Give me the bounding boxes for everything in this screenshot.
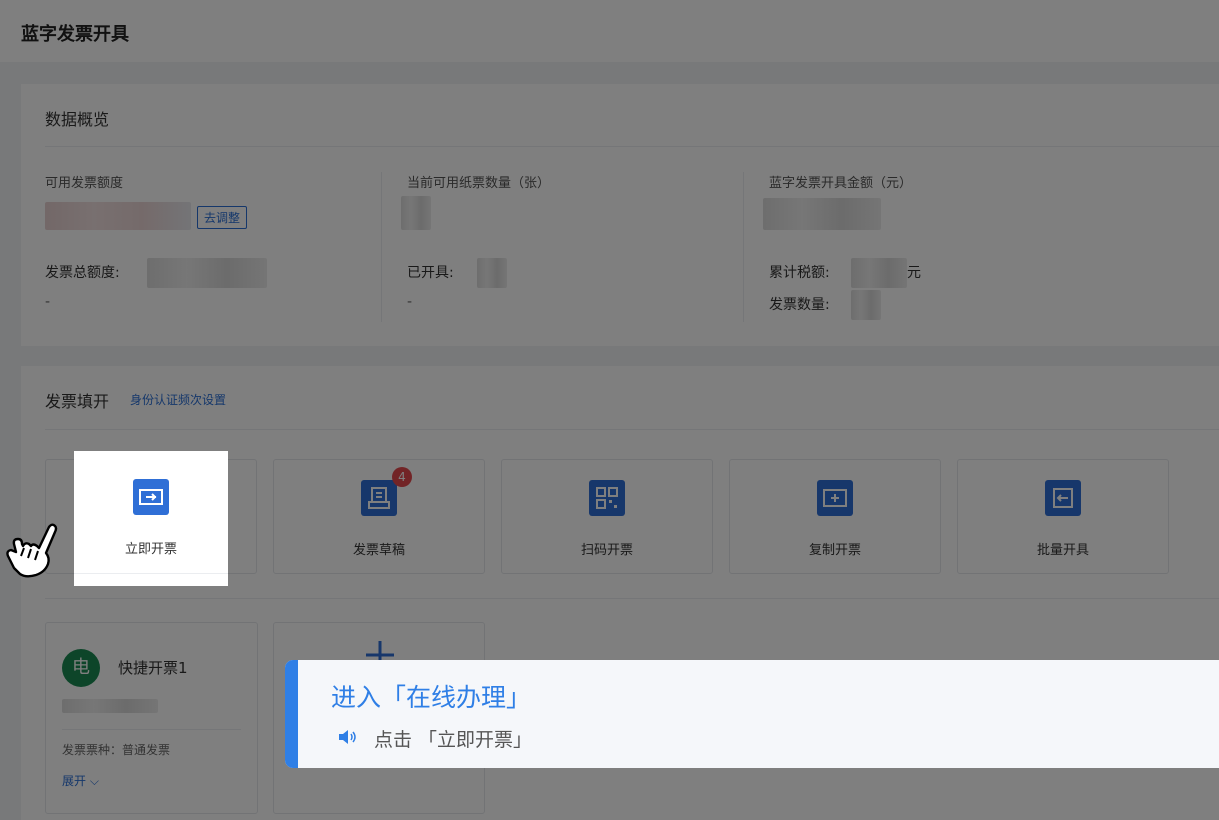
tip-heading: 进入「在线办理」 [331, 683, 532, 712]
invoice-now-label: 立即开票 [124, 542, 177, 557]
page: 蓝字发票开具 数据概览 可用发票额度 去调整 发票总额度: - 当前可用纸票数量… [0, 0, 1219, 820]
tip-accent-bar [285, 660, 298, 768]
invoice-now-icon [133, 479, 169, 515]
tutorial-tip-panel: 进入「在线办理」 点击 「立即开票」 [285, 660, 1219, 768]
pointing-hand-icon [6, 523, 58, 578]
speaker-icon [339, 730, 356, 744]
divider [74, 573, 228, 574]
highlighted-invoice-now-button[interactable]: 立即开票 [74, 451, 228, 586]
tip-step-text: 点击 「立即开票」 [374, 729, 533, 751]
